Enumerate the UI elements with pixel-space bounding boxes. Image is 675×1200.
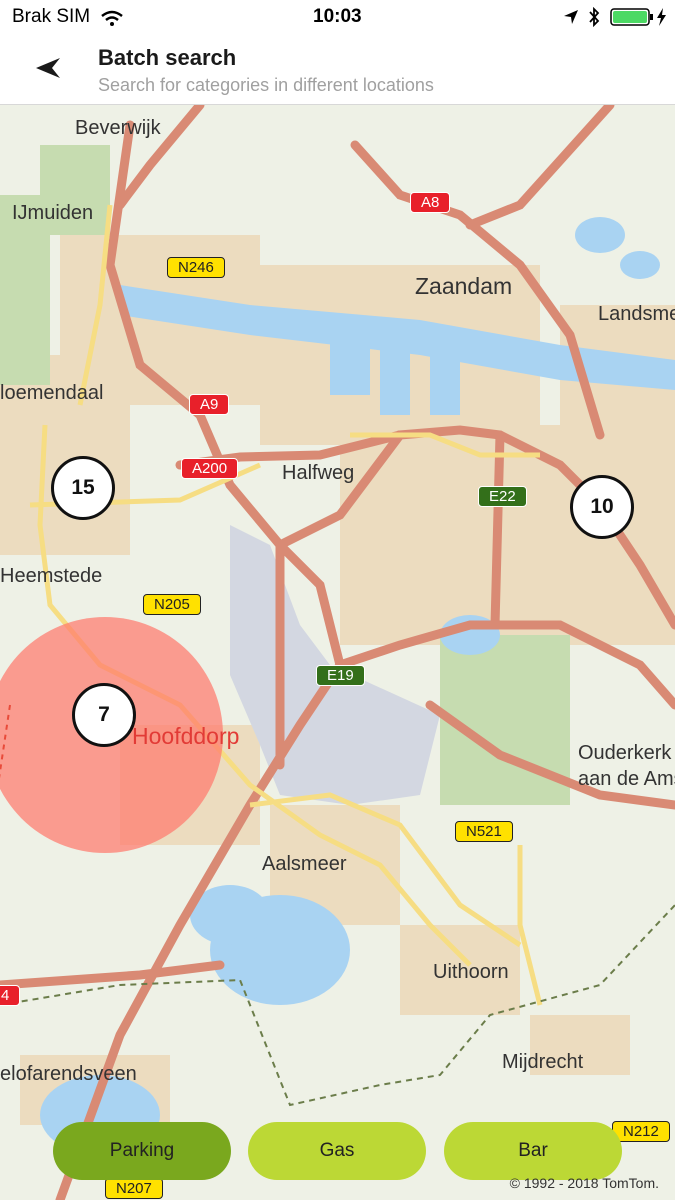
app-header: Batch search Search for categories in di… <box>0 34 675 105</box>
place-label: Aalsmeer <box>262 853 347 875</box>
cluster-marker[interactable]: 15 <box>51 456 115 520</box>
place-label: Landsme <box>598 303 675 325</box>
road-shield: N521 <box>455 821 513 842</box>
bar-button[interactable]: Bar <box>444 1122 622 1180</box>
location-arrow-icon <box>564 10 578 24</box>
road-shield: N207 <box>105 1178 163 1199</box>
cluster-marker[interactable]: 7 <box>72 683 136 747</box>
road-shield: E22 <box>478 486 527 507</box>
place-label: Zaandam <box>415 273 513 299</box>
copyright-notice: © 1992 - 2018 TomTom. <box>509 1175 659 1191</box>
road-shield: N212 <box>612 1121 670 1142</box>
place-label: Uithoorn <box>433 961 509 983</box>
road-shield: N246 <box>167 257 225 278</box>
place-label: elofarendsveen <box>0 1063 137 1085</box>
place-label: loemendaal <box>0 382 104 404</box>
place-label: Halfweg <box>282 462 355 484</box>
place-label: Hoofddorp <box>132 723 240 749</box>
clock: 10:03 <box>313 6 362 27</box>
place-label: Beverwijk <box>75 117 161 139</box>
carrier-label: Brak SIM <box>12 6 91 27</box>
road-shield: A8 <box>410 192 451 213</box>
bluetooth-icon <box>589 7 600 27</box>
map-view[interactable]: Beverwijk IJmuiden Zaandam Landsme loeme… <box>0 105 675 1200</box>
road-shield: A200 <box>181 458 239 479</box>
road-shield: N205 <box>143 594 201 615</box>
place-label: aan de Amst <box>578 768 675 790</box>
road-shield: E19 <box>316 665 365 686</box>
back-arrow-icon[interactable] <box>30 48 70 88</box>
cluster-marker[interactable]: 10 <box>570 475 634 539</box>
gas-button[interactable]: Gas <box>248 1122 426 1180</box>
place-label: Heemstede <box>0 565 103 587</box>
page-title: Batch search <box>98 45 237 70</box>
place-label: Ouderkerk <box>578 742 672 764</box>
wifi-icon <box>101 10 123 26</box>
page-subtitle: Search for categories in different locat… <box>98 75 434 95</box>
map-canvas <box>0 105 675 1200</box>
status-bar: Brak SIM 10:03 <box>0 0 675 34</box>
place-label: IJmuiden <box>12 202 94 224</box>
place-label: Mijdrecht <box>502 1051 584 1073</box>
battery-icon <box>610 8 666 26</box>
parking-button[interactable]: Parking <box>53 1122 231 1180</box>
road-shield: A9 <box>189 394 230 415</box>
road-shield: 4 <box>0 985 21 1006</box>
